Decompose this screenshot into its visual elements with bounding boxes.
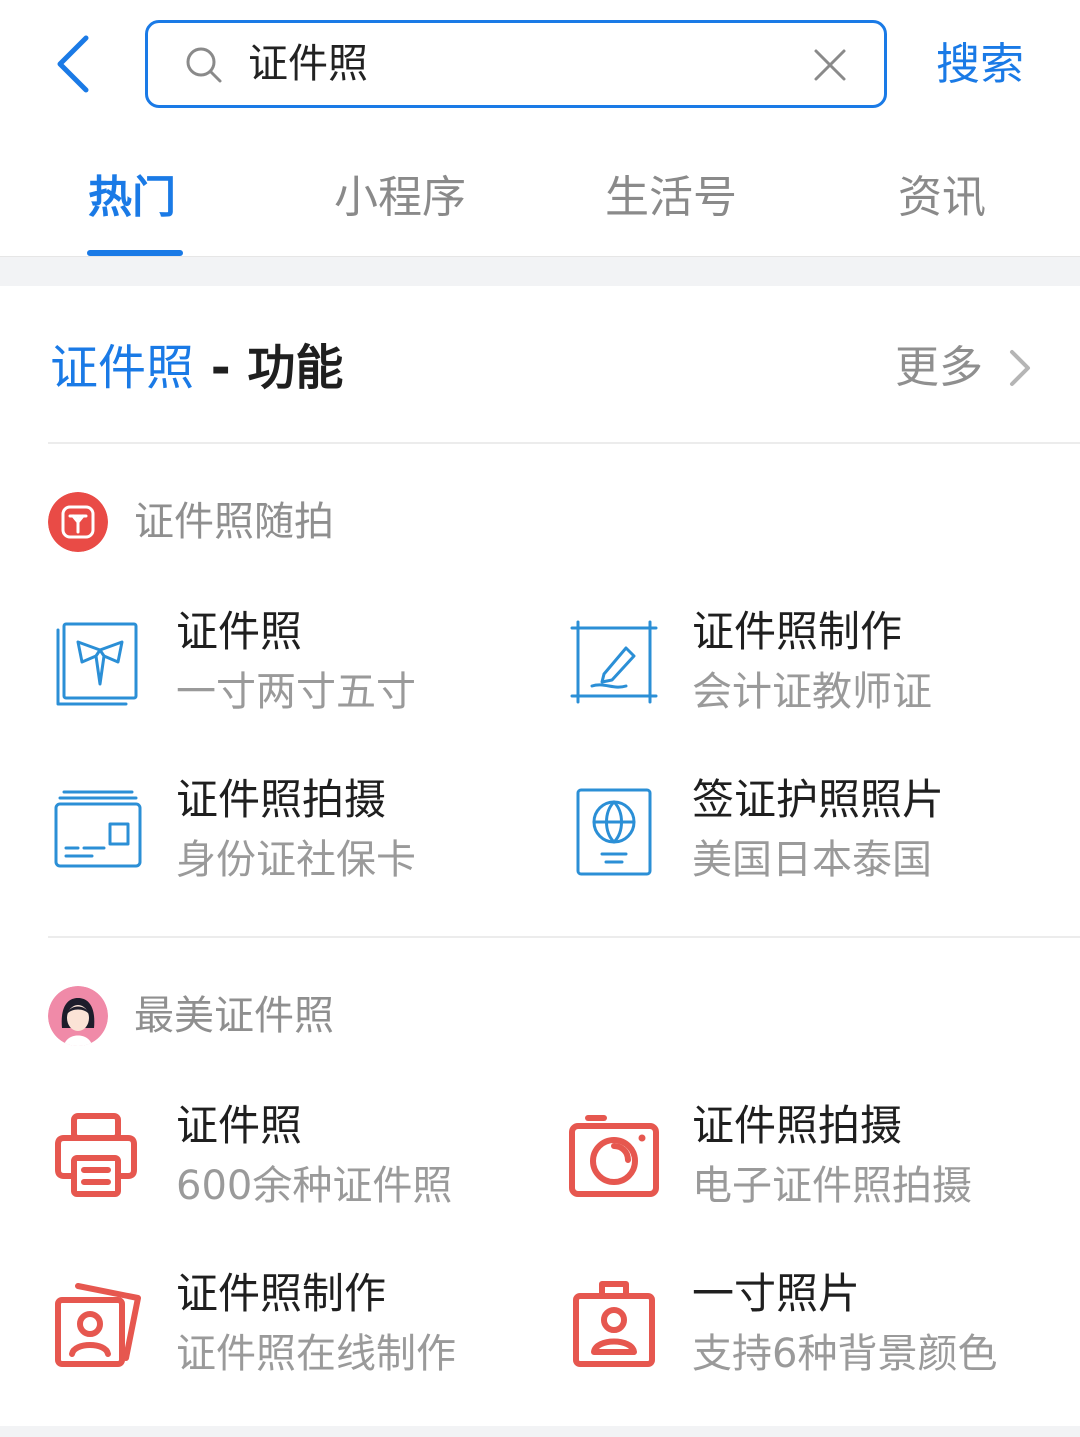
feature-title: 证件照制作 [692,607,903,656]
feature-item[interactable]: 证件照拍摄 电子证件照拍摄 [564,1098,1064,1218]
tab-mini-programs[interactable]: 小程序 [334,168,466,228]
feature-item[interactable]: 证件照拍摄 身份证社保卡 [48,772,548,892]
feature-subtitle: 支持6种背景颜色 [692,1331,998,1377]
divider [48,442,1080,444]
camera-icon [569,1115,659,1197]
divider [48,936,1080,938]
provider-avatar-icon [48,986,108,1046]
passport-icon [576,788,652,876]
section-title-rest: - 功能 [194,340,344,396]
bottom-separator [0,1426,1080,1437]
photo-card-icon [55,1283,141,1367]
more-link[interactable]: 更多 [895,336,983,400]
result-tabs: 热门 小程序 生活号 资讯 [0,150,1080,256]
search-button[interactable]: 搜索 [936,28,1024,102]
feature-title: 证件照 [176,607,303,656]
feature-item[interactable]: 一寸照片 支持6种背景颜色 [564,1266,1064,1386]
badge-person-icon [573,1281,655,1367]
section-keyword: 证件照 [50,340,195,396]
feature-subtitle: 一寸两寸五寸 [176,669,416,715]
clear-icon[interactable] [810,45,850,85]
feature-subtitle: 电子证件照拍摄 [692,1163,972,1209]
section-title: 证件照 - 功能 [50,336,343,400]
tab-hot[interactable]: 热门 [88,168,176,228]
provider-name: 证件照随拍 [134,499,334,545]
provider-name: 最美证件照 [134,993,334,1039]
feature-item[interactable]: 证件照制作 会计证教师证 [564,604,1064,724]
feature-subtitle: 身份证社保卡 [176,837,416,883]
search-query-text[interactable]: 证件照 [248,23,368,105]
feature-item[interactable]: 证件照 一寸两寸五寸 [48,604,548,724]
chevron-right-icon[interactable] [1006,346,1034,390]
search-input[interactable]: 证件照 [145,20,887,108]
tab-news[interactable]: 资讯 [898,168,986,228]
feature-item[interactable]: 证件照制作 证件照在线制作 [48,1266,548,1386]
back-arrow-icon[interactable] [48,30,104,98]
feature-title: 证件照拍摄 [176,775,387,824]
feature-item[interactable]: 证件照 600余种证件照 [48,1098,548,1218]
provider-logo-icon [48,492,108,552]
feature-subtitle: 美国日本泰国 [692,837,932,883]
feature-item[interactable]: 签证护照照片 美国日本泰国 [564,772,1064,892]
tab-life-accounts[interactable]: 生活号 [605,168,737,228]
feature-title: 证件照 [176,1101,303,1150]
signature-frame-icon [570,620,658,704]
feature-title: 证件照制作 [176,1269,387,1318]
search-icon [186,47,222,83]
printer-icon [55,1113,137,1197]
search-header: 证件照 搜索 [0,0,1080,130]
section-separator [0,256,1080,286]
feature-subtitle: 证件照在线制作 [176,1331,456,1377]
id-cards-icon [54,790,142,868]
feature-subtitle: 600余种证件照 [176,1163,453,1209]
shirt-tie-icon [56,622,138,706]
feature-subtitle: 会计证教师证 [692,669,932,715]
feature-title: 一寸照片 [692,1269,861,1318]
feature-title: 证件照拍摄 [692,1101,903,1150]
feature-title: 签证护照照片 [692,775,945,824]
